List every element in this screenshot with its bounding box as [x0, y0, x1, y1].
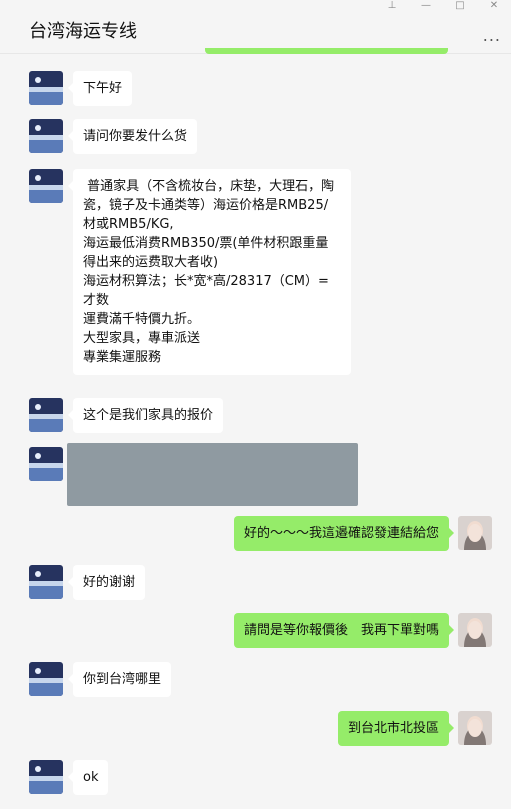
user-avatar[interactable]	[458, 613, 492, 647]
more-options-icon[interactable]: ...	[483, 26, 501, 45]
message-bubble-incoming[interactable]: 好的谢谢	[67, 565, 146, 600]
user-avatar[interactable]	[458, 711, 492, 745]
contact-avatar[interactable]	[29, 398, 63, 432]
image-message[interactable]	[67, 443, 358, 506]
contact-avatar[interactable]	[29, 760, 63, 794]
pin-icon[interactable]: ⊥	[375, 0, 409, 12]
chat-window: 台湾海运专线 ... ⊥ — □ ✕ 下午好 请问你要发什么货 普通家具（不含梳…	[0, 0, 511, 809]
message-bubble-incoming[interactable]: 请问你要发什么货	[67, 119, 198, 154]
message-bubble-outgoing[interactable]: 好的～～～我這邉確認發連結給您	[233, 516, 455, 551]
message-bubble-incoming[interactable]: 你到台湾哪里	[67, 662, 172, 697]
contact-avatar[interactable]	[29, 119, 63, 153]
chat-title: 台湾海运专线	[29, 21, 137, 42]
message-bubble-outgoing[interactable]: 請問是等你報價後 我再下單對嗎	[233, 613, 455, 648]
message-bubble-outgoing[interactable]: 到台北市北投區	[337, 711, 455, 746]
message-bubble-incoming[interactable]: 下午好	[67, 71, 133, 106]
contact-avatar[interactable]	[29, 71, 63, 105]
message-bubble-incoming[interactable]: ok	[67, 760, 109, 795]
contact-avatar[interactable]	[29, 447, 63, 481]
message-bubble-incoming[interactable]: 普通家具（不含梳妆台，床垫，大理石，陶瓷，镜子及卡通类等）海运价格是RMB25/…	[68, 169, 351, 375]
maximize-icon[interactable]: □	[443, 0, 477, 12]
contact-avatar[interactable]	[29, 662, 63, 696]
contact-avatar[interactable]	[29, 565, 63, 599]
message-bubble-cut-off[interactable]	[205, 48, 448, 54]
contact-avatar[interactable]	[29, 169, 63, 203]
close-icon[interactable]: ✕	[477, 0, 511, 12]
user-avatar[interactable]	[458, 516, 492, 550]
window-controls: ⊥ — □ ✕	[375, 0, 511, 12]
message-bubble-incoming[interactable]: 这个是我们家具的报价	[67, 398, 224, 433]
minimize-icon[interactable]: —	[409, 0, 443, 12]
